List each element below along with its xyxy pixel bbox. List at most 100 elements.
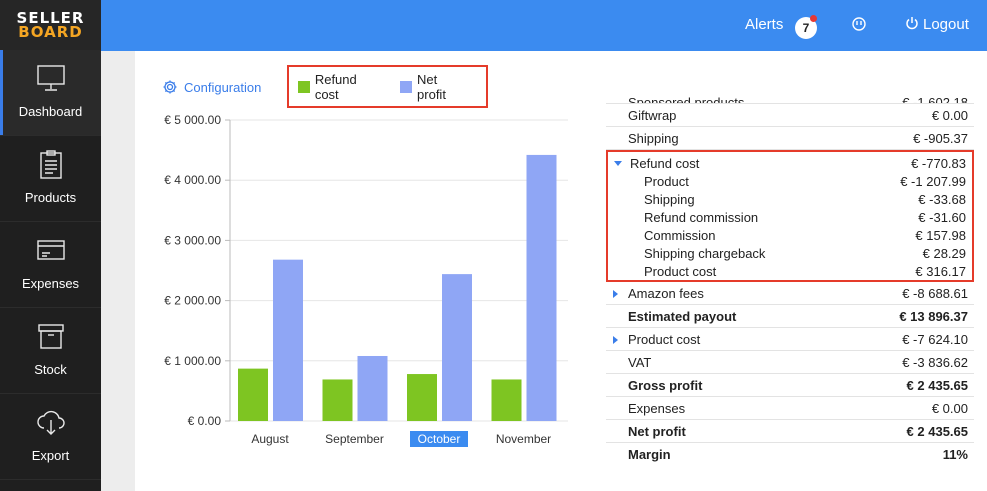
bar-0-september bbox=[322, 379, 353, 421]
sidebar-item-expenses[interactable]: Expenses bbox=[0, 222, 101, 308]
row-label: Margin bbox=[628, 447, 671, 462]
y-tick-label: € 4 000.00 bbox=[164, 173, 221, 187]
table-row-partial: Sponsored products € -1 602.18 bbox=[606, 90, 974, 104]
table-row-amazon-fees[interactable]: Amazon fees € -8 688.61 bbox=[606, 282, 974, 305]
row-value: € -905.37 bbox=[913, 130, 968, 146]
logout-link[interactable]: Logout bbox=[923, 16, 969, 33]
legend-swatch-refund bbox=[298, 80, 310, 93]
row-label: VAT bbox=[628, 354, 652, 370]
row-value: € 0.00 bbox=[931, 400, 968, 416]
bar-1-september bbox=[357, 355, 388, 421]
expand-triangle-icon[interactable] bbox=[613, 290, 618, 298]
row-value: € 157.98 bbox=[915, 227, 966, 243]
table-subrow: Shipping € -33.68 bbox=[608, 190, 972, 208]
clipboard-icon bbox=[35, 148, 67, 180]
table-row-margin: Margin 11% bbox=[606, 443, 974, 466]
summary-table: Sponsored products € -1 602.18 Giftwrap … bbox=[606, 90, 974, 466]
sidebar-item-label: Expenses bbox=[21, 276, 80, 291]
row-label: Sponsored products bbox=[628, 95, 745, 104]
row-value: € -7 624.10 bbox=[902, 331, 968, 347]
table-row-product-cost[interactable]: Product cost € -7 624.10 bbox=[606, 328, 974, 351]
x-tick-label: August bbox=[251, 432, 289, 446]
bar-chart: € 0.00 € 1 000.00 € 2 000.00 € 3 000.00 € 4 … bbox=[150, 108, 585, 463]
collapse-triangle-icon[interactable] bbox=[614, 161, 622, 166]
row-value: € -8 688.61 bbox=[902, 285, 968, 301]
bar-1-november bbox=[526, 154, 557, 421]
row-label: Gross profit bbox=[628, 377, 703, 393]
row-value: € -3 836.62 bbox=[902, 354, 968, 370]
x-tick-label: September bbox=[325, 432, 384, 446]
row-value: € 316.17 bbox=[915, 263, 966, 279]
logo[interactable]: SELLER BOARD bbox=[0, 0, 101, 50]
bar-0-october bbox=[407, 374, 437, 421]
y-tick-label: € 3 000.00 bbox=[164, 233, 221, 247]
row-label: Estimated payout bbox=[628, 308, 737, 324]
row-label: Shipping bbox=[644, 191, 695, 207]
row-label: Refund commission bbox=[644, 209, 759, 225]
table-row-expenses: Expenses € 0.00 bbox=[606, 397, 974, 420]
table-subrow: Commission € 157.98 bbox=[608, 226, 972, 244]
row-value: € -31.60 bbox=[918, 209, 966, 225]
chart-legend: Refund cost Net profit bbox=[287, 65, 488, 108]
box-icon bbox=[35, 320, 67, 352]
row-value: € 28.29 bbox=[922, 245, 966, 261]
row-value: € -1 602.18 bbox=[902, 95, 968, 104]
sidebar-item-products[interactable]: Products bbox=[0, 136, 101, 222]
table-row-vat: VAT € -3 836.62 bbox=[606, 351, 974, 374]
alerts-link[interactable]: Alerts bbox=[745, 16, 783, 33]
top-bar: Alerts 7 Logout bbox=[101, 0, 987, 51]
cloud-download-icon bbox=[35, 406, 67, 438]
bar-0-august bbox=[238, 368, 268, 421]
sidebar-item-export[interactable]: Export bbox=[0, 394, 101, 480]
card-icon bbox=[35, 234, 67, 266]
bar-1-august bbox=[273, 259, 303, 421]
app: SELLER BOARD Dashboard Products Expenses bbox=[0, 0, 987, 491]
sidebar-item-label: Dashboard bbox=[18, 104, 83, 119]
legend-item-refund[interactable]: Refund cost bbox=[298, 72, 383, 102]
monitor-icon bbox=[35, 62, 67, 94]
bar-0-november bbox=[491, 379, 522, 421]
expand-triangle-icon[interactable] bbox=[613, 336, 618, 344]
table-subrow: Product € -1 207.99 bbox=[608, 172, 972, 190]
y-tick-label: € 1 000.00 bbox=[164, 354, 221, 368]
table-row-refund-cost[interactable]: Refund cost € -770.83 bbox=[608, 152, 972, 172]
row-label: Shipping bbox=[628, 130, 679, 146]
sidebar-item-label: Stock bbox=[34, 362, 67, 377]
row-label: Refund cost bbox=[630, 155, 700, 171]
legend-label-net: Net profit bbox=[417, 71, 446, 102]
row-value: 11% bbox=[942, 447, 968, 462]
row-label: Net profit bbox=[628, 423, 686, 439]
row-label: Product bbox=[644, 173, 689, 189]
row-label: Amazon fees bbox=[628, 285, 704, 301]
sidebar-item-label: Products bbox=[24, 190, 77, 205]
sidebar-item-dashboard[interactable]: Dashboard bbox=[0, 50, 101, 136]
row-label: Commission bbox=[644, 227, 716, 243]
y-tick-label: € 0.00 bbox=[188, 414, 222, 428]
row-label: Giftwrap bbox=[628, 107, 677, 123]
table-row-shipping: Shipping € -905.37 bbox=[606, 127, 974, 150]
row-value: € -770.83 bbox=[911, 155, 966, 171]
sidebar-item-label: Export bbox=[31, 448, 70, 463]
row-value: € 2 435.65 bbox=[906, 423, 968, 439]
notification-dot bbox=[810, 15, 817, 22]
row-label: Expenses bbox=[628, 400, 686, 416]
refund-cost-group: Refund cost € -770.83 Product € -1 207.9… bbox=[606, 150, 974, 282]
row-label: Product cost bbox=[644, 263, 717, 279]
bar-1-october bbox=[442, 274, 472, 421]
power-icon[interactable] bbox=[905, 16, 919, 30]
x-tick-label: November bbox=[496, 432, 551, 446]
configuration-label: Configuration bbox=[184, 79, 262, 95]
y-tick-label: € 5 000.00 bbox=[164, 113, 221, 127]
legend-label-refund: Refund cost bbox=[314, 71, 357, 102]
logo-line2: BOARD bbox=[18, 23, 83, 41]
gear-icon bbox=[162, 79, 178, 95]
row-value: € 13 896.37 bbox=[899, 308, 968, 324]
table-row-estimated-payout: Estimated payout € 13 896.37 bbox=[606, 305, 974, 328]
user-icon[interactable] bbox=[852, 17, 866, 31]
legend-item-net[interactable]: Net profit bbox=[400, 72, 469, 102]
sidebar-item-stock[interactable]: Stock bbox=[0, 308, 101, 394]
table-subrow: Refund commission € -31.60 bbox=[608, 208, 972, 226]
row-value: € -33.68 bbox=[918, 191, 966, 207]
chart-svg: € 0.00 € 1 000.00 € 2 000.00 € 3 000.00 € 4 … bbox=[164, 113, 568, 447]
configuration-link[interactable]: Configuration bbox=[162, 79, 261, 95]
